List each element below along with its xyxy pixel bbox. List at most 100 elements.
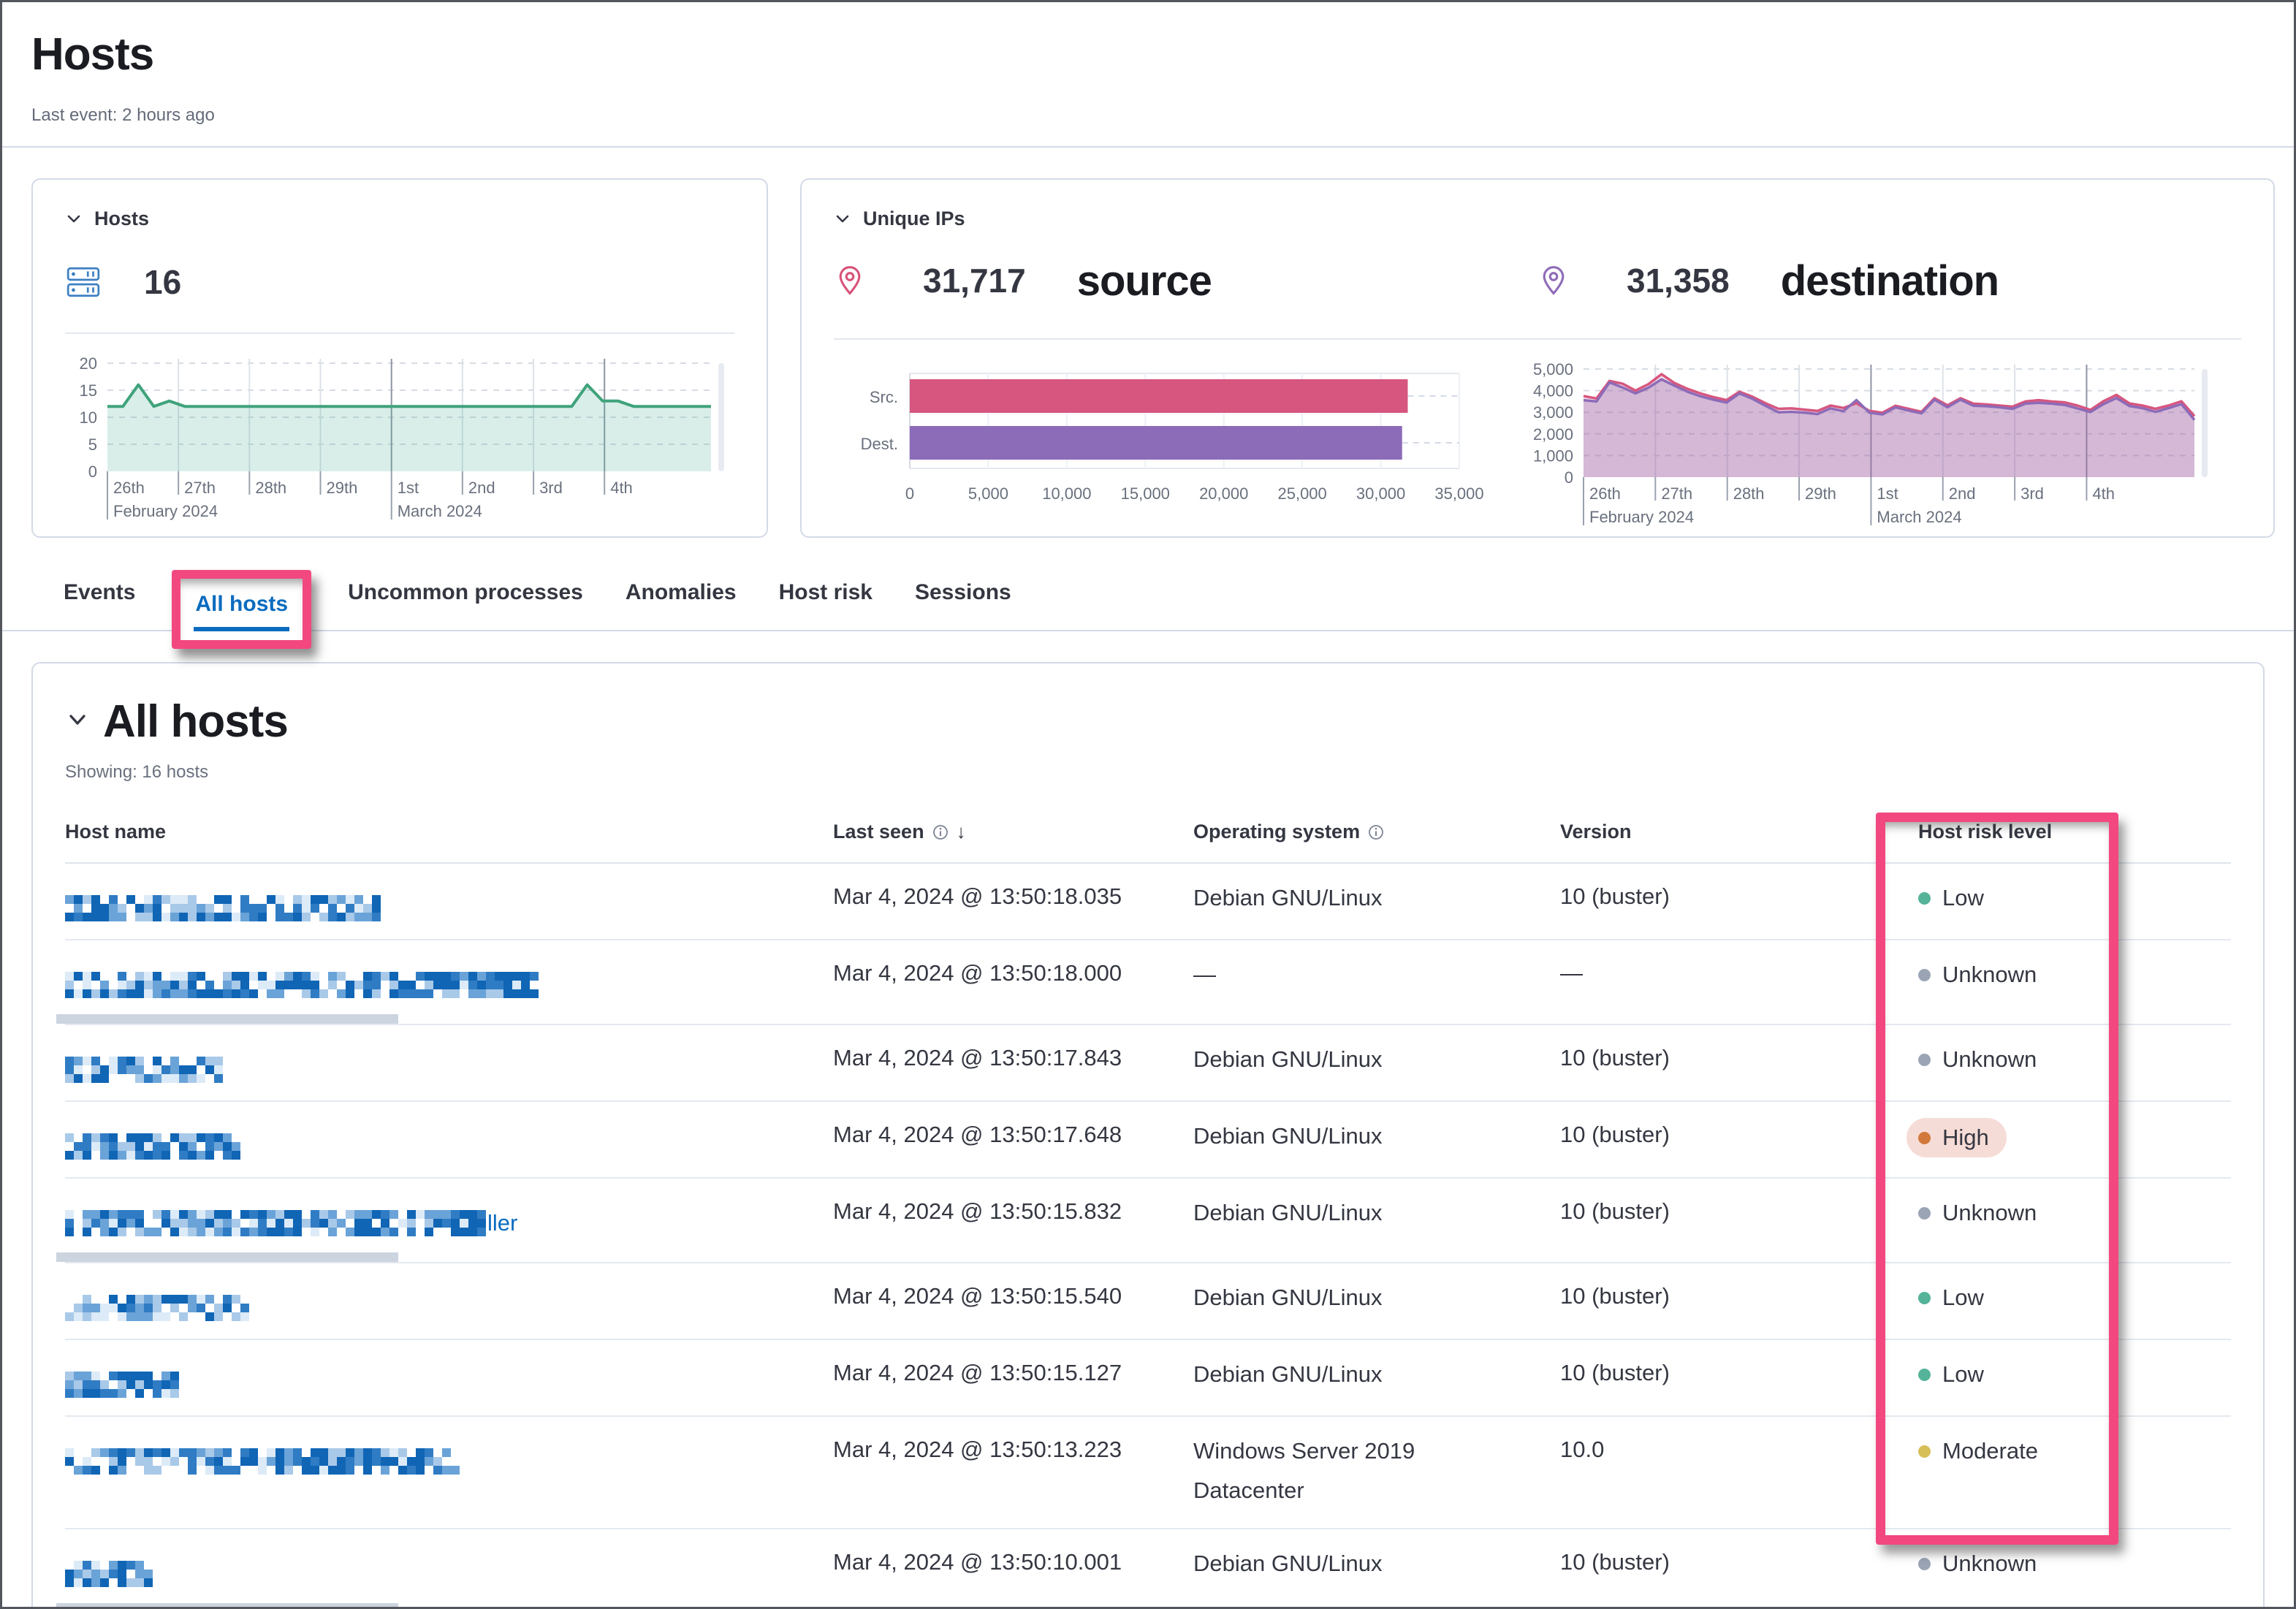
svg-text:27th: 27th <box>1661 484 1692 503</box>
source-ip-stat: 31,717 source <box>834 256 1537 305</box>
risk-badge: Low <box>1918 1356 1984 1393</box>
host-risk-cell: Low <box>1918 883 2231 916</box>
version-cell: 10 (buster) <box>1560 883 1670 909</box>
tab-host-risk[interactable]: Host risk <box>779 580 873 630</box>
host-name-link[interactable] <box>65 1561 154 1587</box>
destination-ip-stat: 31,358 destination <box>1537 256 2241 305</box>
svg-text:26th: 26th <box>113 479 145 497</box>
svg-text:4th: 4th <box>2092 484 2115 503</box>
version-cell: 10 (buster) <box>1560 1198 1670 1224</box>
tab-all-hosts[interactable]: All hosts <box>194 592 289 631</box>
risk-label: Unknown <box>1942 962 2037 987</box>
column-header-host-name[interactable]: Host name <box>65 821 166 843</box>
column-header-last-seen[interactable]: Last seen ↓ <box>833 821 966 843</box>
host-name-link[interactable] <box>65 1295 251 1321</box>
host-risk-cell: Unknown <box>1918 1044 2231 1078</box>
tab-sessions[interactable]: Sessions <box>915 580 1011 630</box>
table-row: Mar 4, 2024 @ 13:50:18.000 — — Unknown <box>56 940 2231 1025</box>
svg-text:0: 0 <box>1565 468 1573 487</box>
risk-badge: Unknown <box>1918 956 2037 993</box>
all-hosts-title-row: All hosts <box>65 696 2231 748</box>
svg-text:3,000: 3,000 <box>1533 403 1573 422</box>
risk-label: Low <box>1942 885 1984 910</box>
host-name-redacted <box>65 1057 223 1083</box>
host-name-link[interactable]: ller <box>65 1210 517 1236</box>
svg-text:28th: 28th <box>255 479 286 497</box>
svg-text:20,000: 20,000 <box>1199 484 1248 503</box>
operating-system-cell: Windows Server 2019 Datacenter <box>1193 1438 1415 1503</box>
source-label: source <box>1076 256 1212 305</box>
svg-text:20: 20 <box>80 354 97 373</box>
unique-ips-title-row: Unique IPs <box>834 208 2241 230</box>
hosts-kpi-divider <box>65 332 734 334</box>
host-name-redacted <box>65 1372 179 1398</box>
host-name-link[interactable] <box>65 1372 180 1398</box>
host-risk-cell: Unknown <box>1918 959 2231 993</box>
risk-label: Low <box>1942 1361 1984 1387</box>
risk-dot-icon <box>1918 1291 1931 1304</box>
host-name-cell <box>65 1121 833 1160</box>
tab-uncommon-processes[interactable]: Uncommon processes <box>348 580 583 630</box>
host-name-cell: ller <box>56 1198 833 1262</box>
all-hosts-panel: All hosts Showing: 16 hosts Host name La… <box>31 662 2265 1607</box>
all-hosts-table: Host name Last seen ↓ Operating system V… <box>56 821 2231 1607</box>
risk-badge: High <box>1907 1118 2007 1157</box>
svg-text:29th: 29th <box>326 479 357 497</box>
operating-system-cell: Debian GNU/Linux <box>1193 885 1383 910</box>
risk-dot-icon <box>1918 1131 1931 1144</box>
chevron-down-icon[interactable] <box>65 707 90 732</box>
host-name-link[interactable] <box>65 972 540 998</box>
last-seen-cell: Mar 4, 2024 @ 13:50:17.843 <box>833 1045 1122 1070</box>
operating-system-cell: Debian GNU/Linux <box>1193 1551 1383 1576</box>
risk-dot-icon <box>1918 1206 1931 1220</box>
svg-text:10,000: 10,000 <box>1042 484 1091 503</box>
table-row: Mar 4, 2024 @ 13:50:10.001 Debian GNU/Li… <box>56 1529 2231 1607</box>
info-icon[interactable] <box>932 823 949 841</box>
tab-events[interactable]: Events <box>64 580 135 630</box>
risk-label: Unknown <box>1942 1551 2037 1576</box>
operating-system-cell: Debian GNU/Linux <box>1193 1123 1383 1149</box>
tab-anomalies[interactable]: Anomalies <box>626 580 737 630</box>
last-seen-cell: Mar 4, 2024 @ 13:50:10.001 <box>833 1549 1122 1575</box>
svg-text:15: 15 <box>80 381 97 400</box>
risk-badge: Moderate <box>1918 1433 2038 1469</box>
host-name-cell <box>56 959 833 1024</box>
operating-system-cell: Debian GNU/Linux <box>1193 1361 1383 1387</box>
unique-ips-divider <box>834 338 2241 340</box>
host-name-link[interactable] <box>65 1448 461 1475</box>
unique-ips-title: Unique IPs <box>863 208 965 229</box>
host-name-cell <box>65 1282 833 1321</box>
chevron-down-icon[interactable] <box>834 210 851 228</box>
showing-count: Showing: 16 hosts <box>65 762 209 782</box>
svg-text:10: 10 <box>80 408 97 427</box>
last-seen-cell: Mar 4, 2024 @ 13:50:17.648 <box>833 1122 1122 1147</box>
host-name-link[interactable] <box>65 1133 242 1160</box>
version-cell: 10 (buster) <box>1560 1549 1670 1575</box>
last-seen-cell: Mar 4, 2024 @ 13:50:15.127 <box>833 1360 1122 1385</box>
hosts-count: 16 <box>144 263 182 301</box>
table-row: Mar 4, 2024 @ 13:50:17.843 Debian GNU/Li… <box>65 1025 2231 1102</box>
column-header-host-risk-level[interactable]: Host risk level <box>1918 821 2052 843</box>
column-header-version[interactable]: Version <box>1560 821 1632 843</box>
column-header-operating-system[interactable]: Operating system <box>1193 821 1385 843</box>
last-event-text: Last event: 2 hours ago <box>31 105 215 125</box>
table-row: Mar 4, 2024 @ 13:50:18.035 Debian GNU/Li… <box>65 864 2231 940</box>
unique-ips-area-chart: 0 1,000 2,000 3,000 4,000 5,000 26th 27th 28th 29… <box>1533 360 2208 526</box>
operating-system-cell: — <box>1193 962 1216 987</box>
host-name-redacted <box>65 1210 486 1236</box>
chevron-down-icon[interactable] <box>65 210 83 228</box>
host-name-link[interactable] <box>65 1057 224 1083</box>
host-name-cell <box>65 1359 833 1398</box>
unique-ips-bar-chart: 0 5,000 10,000 15,000 20,000 25,000 30,000 35,0… <box>861 373 1484 503</box>
host-name-redacted <box>65 1295 249 1321</box>
host-name-suffix: ller <box>487 1210 518 1236</box>
risk-badge: Low <box>1918 880 1984 916</box>
last-seen-cell: Mar 4, 2024 @ 13:50:13.223 <box>833 1437 1122 1462</box>
risk-label: High <box>1942 1125 1989 1150</box>
version-cell: 10 (buster) <box>1560 1283 1670 1309</box>
host-name-link[interactable] <box>65 895 382 921</box>
info-icon[interactable] <box>1367 823 1385 841</box>
page-title: Hosts <box>31 29 154 80</box>
svg-text:29th: 29th <box>1805 484 1836 503</box>
svg-text:4th: 4th <box>610 479 633 497</box>
